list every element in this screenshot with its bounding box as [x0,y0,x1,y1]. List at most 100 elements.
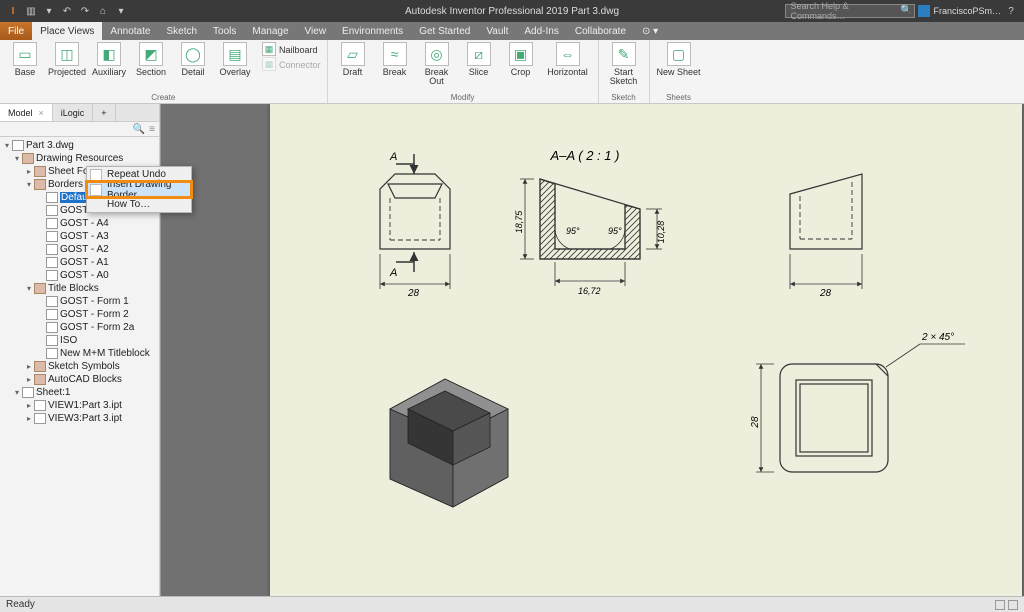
base-button[interactable]: ▭Base [6,42,44,77]
nailboard-icon: ▦ [262,42,276,56]
section-button[interactable]: ◩Section [132,42,170,77]
tree-node-label: New M+M Titleblock [60,348,150,359]
ribbon-tab-tools[interactable]: Tools [205,22,244,40]
model-browser: Model× iLogic + 🔍 ≡ ▾Part 3.dwg▾Drawing … [0,104,160,596]
tree-node-label: GOST - A4 [60,218,109,229]
help-search-input[interactable]: Search Help & Commands… 🔍 [785,4,915,18]
ribbon-tab-get-started[interactable]: Get Started [411,22,478,40]
draft-button[interactable]: ▱Draft [334,42,372,77]
breakout-button[interactable]: ◎Break Out [418,42,456,86]
tree-node[interactable]: ▸VIEW1:Part 3.ipt [0,399,159,412]
auxiliary-button[interactable]: ◧Auxiliary [90,42,128,77]
ribbon-tab-file[interactable]: File [0,22,32,40]
tree-node[interactable]: New M+M Titleblock [0,347,159,360]
tree-node[interactable]: GOST - Form 1 [0,295,159,308]
expand-icon[interactable]: ▾ [12,154,22,163]
overlay-button[interactable]: ▤Overlay [216,42,254,77]
undo-icon[interactable]: ↶ [60,4,74,18]
tree-node[interactable]: ISO [0,334,159,347]
ctx-how-to[interactable]: How To… [87,197,191,212]
expand-icon[interactable]: ▾ [24,180,34,189]
dim-28-front: 28 [407,288,420,299]
tree-node[interactable]: ▸Sketch Symbols [0,360,159,373]
tree-node[interactable]: GOST - Form 2a [0,321,159,334]
status-tray-button[interactable] [1008,600,1018,610]
help-search-placeholder: Search Help & Commands… [790,1,898,21]
search-icon[interactable]: 🔍 [133,124,145,135]
expand-icon[interactable]: ▸ [24,362,34,371]
expand-icon[interactable]: ▸ [24,401,34,410]
expand-icon[interactable]: ▾ [12,388,22,397]
browser-search[interactable]: 🔍 ≡ [0,122,159,137]
ribbon-tab-vault[interactable]: Vault [478,22,516,40]
ribbon-tab-overflow[interactable]: ⊙ ▾ [634,22,666,40]
ribbon-tab-collaborate[interactable]: Collaborate [567,22,634,40]
ribbon-tab-manage[interactable]: Manage [244,22,296,40]
tree-node[interactable]: ▸VIEW3:Part 3.ipt [0,412,159,425]
expand-icon[interactable]: ▾ [24,284,34,293]
ribbon-tab-environments[interactable]: Environments [334,22,411,40]
expand-icon[interactable]: ▸ [24,167,34,176]
open-icon[interactable]: ▥ [24,4,38,18]
new-sheet-icon: ▢ [667,42,691,66]
drawing-canvas[interactable]: A A 28 A–A ( 2 : 1 ) [160,104,1024,596]
tree-node[interactable]: ▾ Title Blocks [0,282,159,295]
new-sheet-button[interactable]: ▢New Sheet [656,42,702,77]
connector-button[interactable]: ▦Connector [262,57,321,71]
tree-node[interactable]: GOST - A3 [0,230,159,243]
browser-menu-icon[interactable]: ≡ [149,124,155,135]
help-icon[interactable]: ? [1004,4,1018,18]
quick-access-toolbar: I ▥ ▾ ↶ ↷ ⌂ ▾ [0,4,134,18]
tree-node[interactable]: GOST - Form 2 [0,308,159,321]
slice-button[interactable]: ⧄Slice [460,42,498,77]
file-icon [34,400,46,411]
user-avatar-icon [918,5,930,17]
crop-button[interactable]: ▣Crop [502,42,540,77]
search-icon[interactable]: 🔍 [900,5,912,16]
home-icon[interactable]: ⌂ [96,4,110,18]
dim-1875: 18,75 [514,210,524,234]
tree-node-label: GOST - Form 1 [60,296,129,307]
expand-icon[interactable]: ▸ [24,375,34,384]
file-icon [46,218,58,229]
user-menu[interactable]: FranciscoPSm… [918,5,1001,17]
ribbon-tab-annotate[interactable]: Annotate [102,22,158,40]
projected-button[interactable]: ◫Projected [48,42,86,77]
status-tray-button[interactable] [995,600,1005,610]
tree-node[interactable]: ▾Part 3.dwg [0,139,159,152]
angle-95-right: 95° [608,226,622,236]
browser-tab-ilogic[interactable]: iLogic [53,104,94,121]
tree-node[interactable]: GOST - A2 [0,243,159,256]
crop-icon: ▣ [509,42,533,66]
border-icon [90,184,102,196]
tree-node-label: Title Blocks [48,283,99,294]
tree-node[interactable]: ▾Drawing Resources [0,152,159,165]
start-sketch-button[interactable]: ✎Start Sketch [605,42,643,86]
tree-node[interactable]: GOST - A4 [0,217,159,230]
ribbon-tab-view[interactable]: View [297,22,335,40]
ctx-insert-drawing-border[interactable]: Insert Drawing Border… [87,182,191,197]
tree-node[interactable]: GOST - A1 [0,256,159,269]
expand-icon[interactable]: ▾ [2,141,12,150]
ribbon-group-create: ▭Base ◫Projected ◧Auxiliary ◩Section ◯De… [0,40,328,103]
break-button[interactable]: ≈Break [376,42,414,77]
tree-node-label: AutoCAD Blocks [48,374,122,385]
nailboard-button[interactable]: ▦Nailboard [262,42,321,56]
ribbon-group-label: Create [6,93,321,103]
ribbon-tab-addins[interactable]: Add-Ins [516,22,566,40]
expand-icon[interactable]: ▸ [24,414,34,423]
browser-tab-model[interactable]: Model× [0,104,53,121]
horizontal-button[interactable]: ⇔Horizontal [544,42,592,77]
breakout-icon: ◎ [425,42,449,66]
ribbon-tab-place-views[interactable]: Place Views [32,22,102,40]
ribbon-tab-sketch[interactable]: Sketch [158,22,205,40]
tree-node[interactable]: ▸ AutoCAD Blocks [0,373,159,386]
browser-tab-add[interactable]: + [93,104,115,121]
redo-icon[interactable]: ↷ [78,4,92,18]
more-icon[interactable]: ▾ [114,4,128,18]
detail-button[interactable]: ◯Detail [174,42,212,77]
tree-node[interactable]: GOST - A0 [0,269,159,282]
close-icon[interactable]: × [39,108,44,118]
tree-node[interactable]: ▾Sheet:1 [0,386,159,399]
save-icon[interactable]: ▾ [42,4,56,18]
